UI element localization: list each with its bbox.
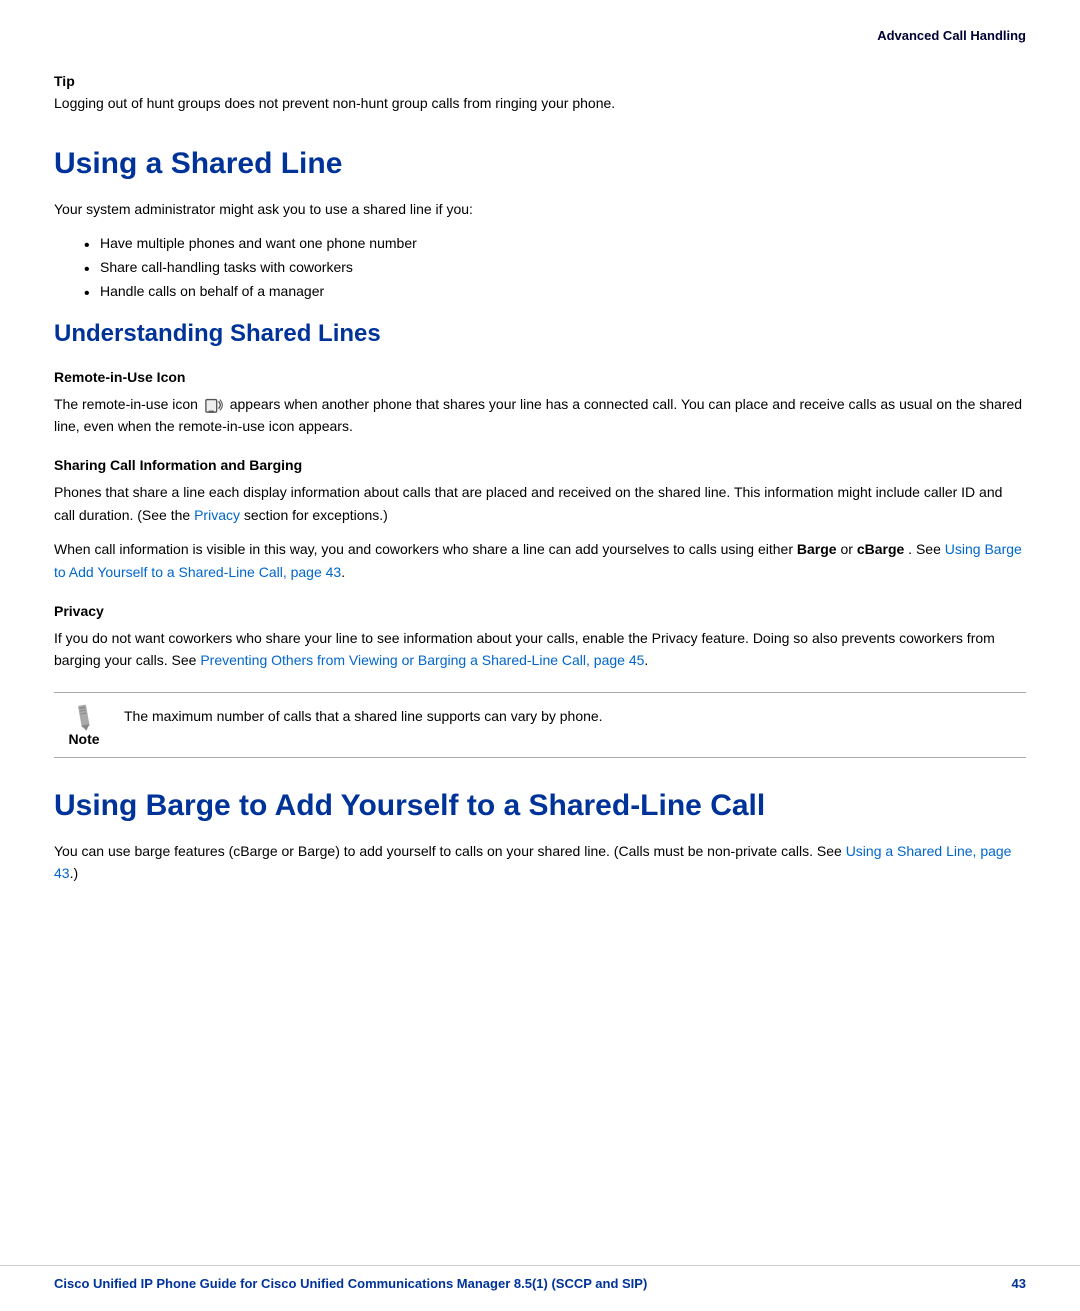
content-area: Tip Logging out of hunt groups does not … [0, 53, 1080, 916]
subsection-remote-in-use-heading: Remote-in-Use Icon [54, 369, 1026, 385]
section1-heading: Using a Shared Line [54, 146, 1026, 182]
note-label: Note [68, 731, 99, 747]
footer-page-number: 43 [1012, 1276, 1026, 1291]
tip-label: Tip [54, 73, 1026, 89]
remote-in-use-text: The remote-in-use icon appears when anot… [54, 393, 1026, 438]
page-footer: Cisco Unified IP Phone Guide for Cisco U… [0, 1265, 1080, 1291]
section3-text: You can use barge features (cBarge or Ba… [54, 840, 1026, 885]
note-icon-area: Note [54, 703, 124, 747]
list-item: Have multiple phones and want one phone … [84, 232, 1026, 256]
section2-heading: Understanding Shared Lines [54, 320, 1026, 349]
sharing-text-para1: Phones that share a line each display in… [54, 481, 1026, 526]
subsection-privacy-heading: Privacy [54, 603, 1026, 619]
sharing-text4: or [840, 541, 852, 557]
section1-intro: Your system administrator might ask you … [54, 198, 1026, 220]
page-header: Advanced Call Handling [0, 0, 1080, 53]
list-item: Handle calls on behalf of a manager [84, 280, 1026, 304]
tip-section: Tip Logging out of hunt groups does not … [54, 73, 1026, 114]
barge-bold: Barge [797, 541, 837, 557]
privacy-link[interactable]: Privacy [194, 507, 240, 523]
page-container: Advanced Call Handling Tip Logging out o… [0, 0, 1080, 1311]
privacy-text: If you do not want coworkers who share y… [54, 627, 1026, 672]
footer-text: Cisco Unified IP Phone Guide for Cisco U… [54, 1276, 647, 1291]
list-item: Share call-handling tasks with coworkers [84, 256, 1026, 280]
note-container: Note The maximum number of calls that a … [54, 692, 1026, 758]
section3-heading: Using Barge to Add Yourself to a Shared-… [54, 788, 1026, 824]
section1-bullet-list: Have multiple phones and want one phone … [84, 232, 1026, 303]
preventing-others-link[interactable]: Preventing Others from Viewing or Bargin… [200, 652, 644, 668]
subsection-sharing-heading: Sharing Call Information and Barging [54, 457, 1026, 473]
header-title: Advanced Call Handling [877, 28, 1026, 43]
sharing-text-para2: When call information is visible in this… [54, 538, 1026, 583]
cbarge-bold: cBarge [857, 541, 904, 557]
sharing-text5: . See [908, 541, 941, 557]
sharing-text3: When call information is visible in this… [54, 541, 793, 557]
privacy-text2: . [644, 652, 648, 668]
section3-text2: .) [70, 865, 79, 881]
note-text: The maximum number of calls that a share… [124, 703, 1026, 727]
note-pencil-icon [70, 703, 98, 731]
section3-text1: You can use barge features (cBarge or Ba… [54, 843, 842, 859]
tip-text: Logging out of hunt groups does not prev… [54, 93, 1026, 114]
remote-in-use-icon [204, 396, 224, 414]
sharing-text2: section for exceptions.) [244, 507, 388, 523]
sharing-text6: . [341, 564, 345, 580]
remote-in-use-text2: appears when another phone that shares y… [54, 396, 1022, 434]
remote-in-use-text1: The remote-in-use icon [54, 396, 198, 412]
